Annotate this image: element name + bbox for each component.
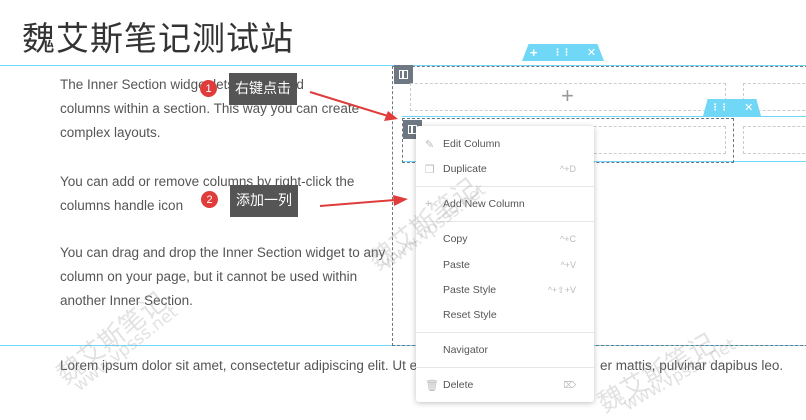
- annotation-arrows: [309, 91, 408, 207]
- annotation-arrowhead-2: [393, 195, 408, 206]
- annotation-arrowhead-1: [384, 111, 398, 121]
- annotation-arrow-2: [319, 199, 396, 207]
- annotation-label-1: 右键点击: [229, 73, 297, 105]
- annotation-arrow-1: [309, 91, 389, 117]
- annotation-number-1: 1: [200, 80, 217, 97]
- annotation-number-2: 2: [201, 191, 218, 208]
- annotation-label-2: 添加一列: [230, 185, 298, 217]
